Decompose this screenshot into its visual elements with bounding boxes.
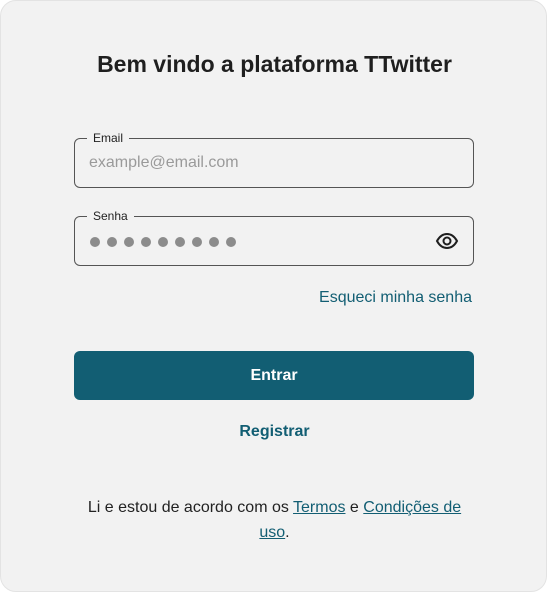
password-dot: [209, 237, 219, 247]
login-card: Bem vindo a plataforma TTwitter Email Se…: [0, 0, 547, 592]
eye-icon[interactable]: [435, 229, 459, 253]
password-mask[interactable]: [90, 237, 236, 247]
email-input[interactable]: [89, 139, 429, 187]
password-field[interactable]: Senha: [74, 208, 474, 266]
email-field[interactable]: Email: [74, 130, 474, 188]
conditions-link-continued[interactable]: uso: [259, 524, 285, 541]
password-dot: [107, 237, 117, 247]
conditions-link[interactable]: Condições de: [363, 499, 461, 516]
terms-text: Li e estou de acordo com os Termos e Con…: [71, 495, 478, 545]
password-dot: [141, 237, 151, 247]
submit-button[interactable]: Entrar: [74, 351, 474, 400]
terms-conjunction: e: [345, 499, 364, 516]
password-dot: [226, 237, 236, 247]
password-label: Senha: [87, 208, 134, 224]
password-dot: [158, 237, 168, 247]
register-link[interactable]: Registrar: [239, 423, 309, 440]
page-title: Bem vindo a plataforma TTwitter: [97, 51, 452, 77]
password-dot: [124, 237, 134, 247]
register-container: Registrar: [1, 423, 547, 441]
password-dot: [175, 237, 185, 247]
password-dot: [90, 237, 100, 247]
terms-link[interactable]: Termos: [293, 499, 345, 516]
password-dot: [192, 237, 202, 247]
terms-suffix: .: [285, 524, 290, 541]
terms-prefix: Li e estou de acordo com os: [87, 499, 294, 516]
forgot-password-link[interactable]: Esqueci minha senha: [319, 289, 472, 307]
